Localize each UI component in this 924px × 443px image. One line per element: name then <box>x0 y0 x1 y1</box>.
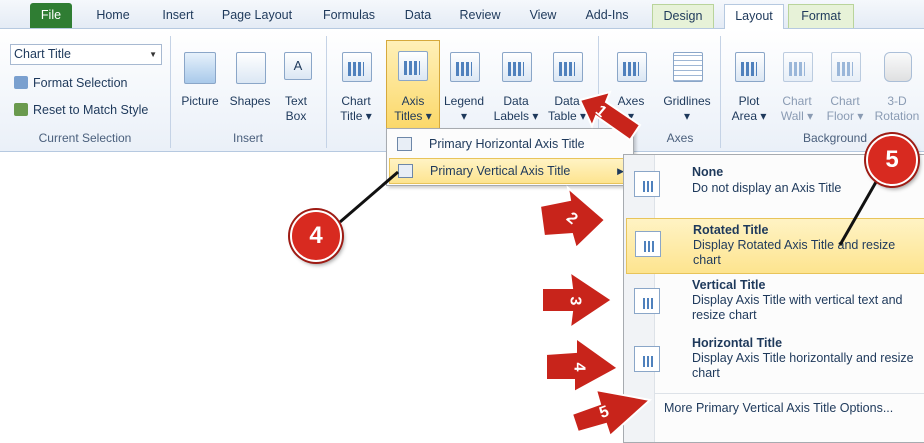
callout-line-left <box>339 170 399 224</box>
callout-overlay <box>339 90 882 438</box>
callout-badge-step-5: 5 <box>866 134 918 186</box>
callout-badge-step-4: 4 <box>290 210 342 262</box>
callout-line-right <box>838 174 882 246</box>
arrow-icon <box>570 388 653 438</box>
arrow-number-4: 4 <box>570 362 588 372</box>
arrow-number-3: 3 <box>566 296 584 306</box>
arrow-icon <box>578 90 642 142</box>
